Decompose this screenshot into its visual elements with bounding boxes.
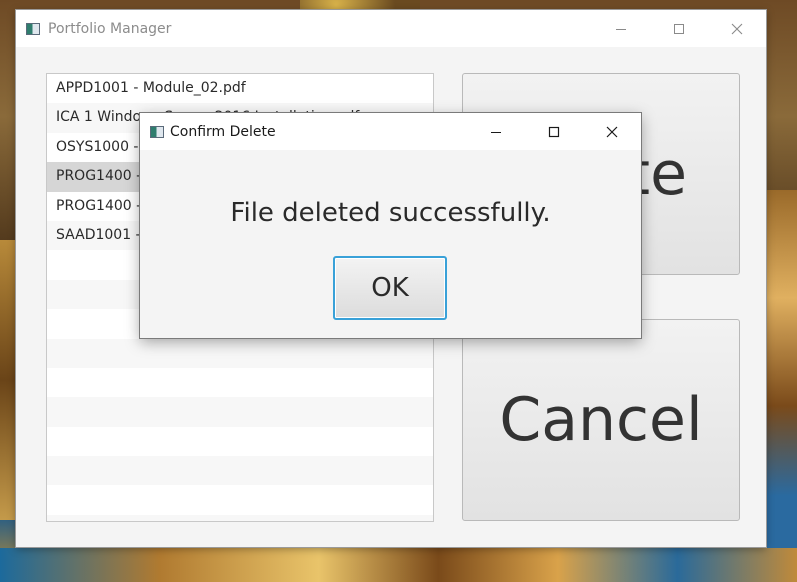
dialog-window-controls: [467, 113, 641, 150]
maximize-button[interactable]: [650, 10, 708, 47]
maximize-icon: [548, 126, 560, 137]
dialog-maximize-button[interactable]: [525, 113, 583, 150]
minimize-icon: [616, 28, 626, 30]
file-list-item[interactable]: APPD1001 - Module_02.pdf: [47, 74, 433, 103]
dialog-minimize-button[interactable]: [467, 113, 525, 150]
confirm-delete-dialog: Confirm Delete File deleted successfully…: [140, 113, 641, 338]
minimize-button[interactable]: [592, 10, 650, 47]
main-titlebar[interactable]: Portfolio Manager: [16, 10, 766, 47]
close-icon: [606, 126, 618, 137]
app-window-icon: [26, 22, 40, 35]
wallpaper-bottom: [0, 548, 797, 582]
empty-row: [47, 338, 433, 368]
ok-button[interactable]: OK: [333, 256, 447, 320]
cancel-button[interactable]: Cancel: [462, 319, 740, 521]
window-controls: [592, 10, 766, 47]
empty-row: [47, 368, 433, 397]
close-button[interactable]: [708, 10, 766, 47]
close-icon: [731, 23, 743, 34]
dialog-message: File deleted successfully.: [230, 198, 551, 228]
dialog-close-button[interactable]: [583, 113, 641, 150]
empty-row: [47, 456, 433, 486]
window-title: Portfolio Manager: [48, 20, 172, 37]
dialog-title: Confirm Delete: [170, 123, 276, 140]
empty-row: [47, 514, 433, 521]
dialog-titlebar[interactable]: Confirm Delete: [140, 113, 641, 150]
minimize-icon: [491, 131, 501, 133]
wallpaper-right: [766, 190, 797, 550]
empty-row: [47, 397, 433, 427]
empty-row: [47, 427, 433, 456]
app-window-icon: [150, 125, 164, 138]
empty-row: [47, 485, 433, 514]
maximize-icon: [674, 23, 684, 34]
